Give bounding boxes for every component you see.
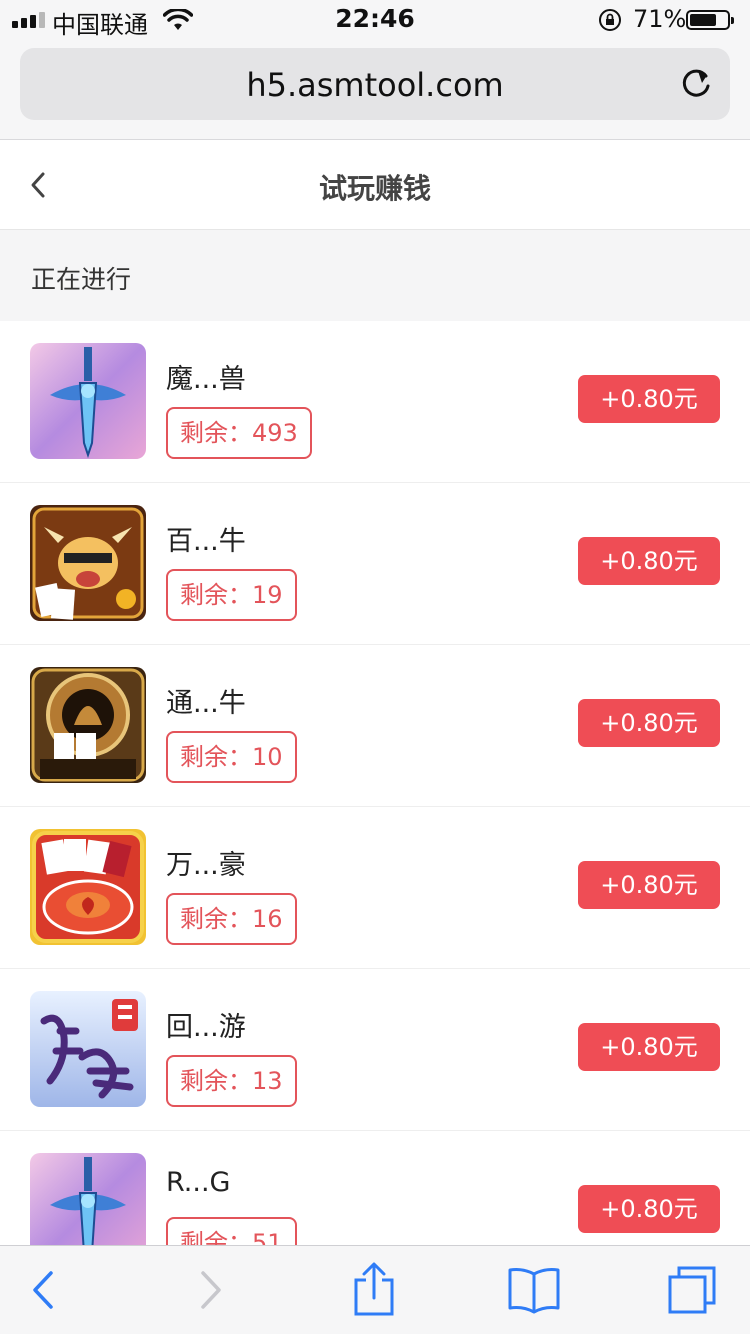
bookmarks-button[interactable] [506,1262,562,1318]
status-bar: 中国联通 22:46 71% [0,0,750,40]
reward-button[interactable]: +0.80元 [578,861,720,909]
app-name: 通...牛 [166,688,246,719]
section-header: 正在进行 [0,230,750,321]
app-name: 万...豪 [166,850,246,881]
page-header: 试玩赚钱 [0,141,750,230]
tabs-button[interactable] [664,1262,720,1318]
rotation-lock-icon [599,9,621,31]
address-bar[interactable]: h5.asmtool.com [20,48,730,120]
reward-button[interactable]: +0.80元 [578,1185,720,1233]
sword-game-icon [30,343,146,459]
share-icon [354,1262,394,1316]
browser-back-button[interactable] [16,1262,72,1318]
section-title: 正在进行 [31,265,132,294]
battery-percent: 71% [633,5,687,33]
reward-button[interactable]: +0.80元 [578,537,720,585]
forward-arrow-icon [201,1271,221,1309]
tabs-icon [668,1266,716,1314]
share-button[interactable] [346,1262,402,1318]
reload-icon[interactable] [678,66,714,102]
app-name: 魔...兽 [166,364,246,395]
reward-button[interactable]: +0.80元 [578,1023,720,1071]
bookmarks-icon [508,1268,560,1314]
browser-toolbar [0,1245,750,1334]
list-item[interactable]: 万...豪 剩余：16 +0.80元 [0,807,750,969]
remaining-count: 剩余：10 [166,731,297,783]
battery-icon [686,10,734,30]
back-arrow-icon [33,1271,53,1309]
remaining-count: 剩余：19 [166,569,297,621]
app-name: R...G [166,1167,231,1198]
list-item[interactable]: 通...牛 剩余：10 +0.80元 [0,645,750,807]
url-text: h5.asmtool.com [246,66,504,104]
app-name: 百...牛 [166,526,246,557]
remaining-count: 剩余：13 [166,1055,297,1107]
reward-button[interactable]: +0.80元 [578,375,720,423]
reward-button[interactable]: +0.80元 [578,699,720,747]
poker-chip-icon [30,667,146,783]
list-item[interactable]: 回...游 剩余：13 +0.80元 [0,969,750,1131]
browser-forward-button[interactable] [182,1262,238,1318]
bull-poker-icon [30,505,146,621]
list-item[interactable]: 魔...兽 剩余：493 +0.80元 [0,321,750,483]
task-list: 魔...兽 剩余：493 +0.80元 百...牛 剩余：19 +0.80元 通… [0,321,750,1293]
browser-chrome: 中国联通 22:46 71% h5.asmtool.com [0,0,750,140]
remaining-count: 剩余：493 [166,407,312,459]
cards-chip-icon [30,829,146,945]
fantasy-romance-icon [30,991,146,1107]
list-item[interactable]: 百...牛 剩余：19 +0.80元 [0,483,750,645]
remaining-count: 剩余：16 [166,893,297,945]
app-name: 回...游 [166,1012,246,1043]
page-title: 试玩赚钱 [318,172,431,205]
